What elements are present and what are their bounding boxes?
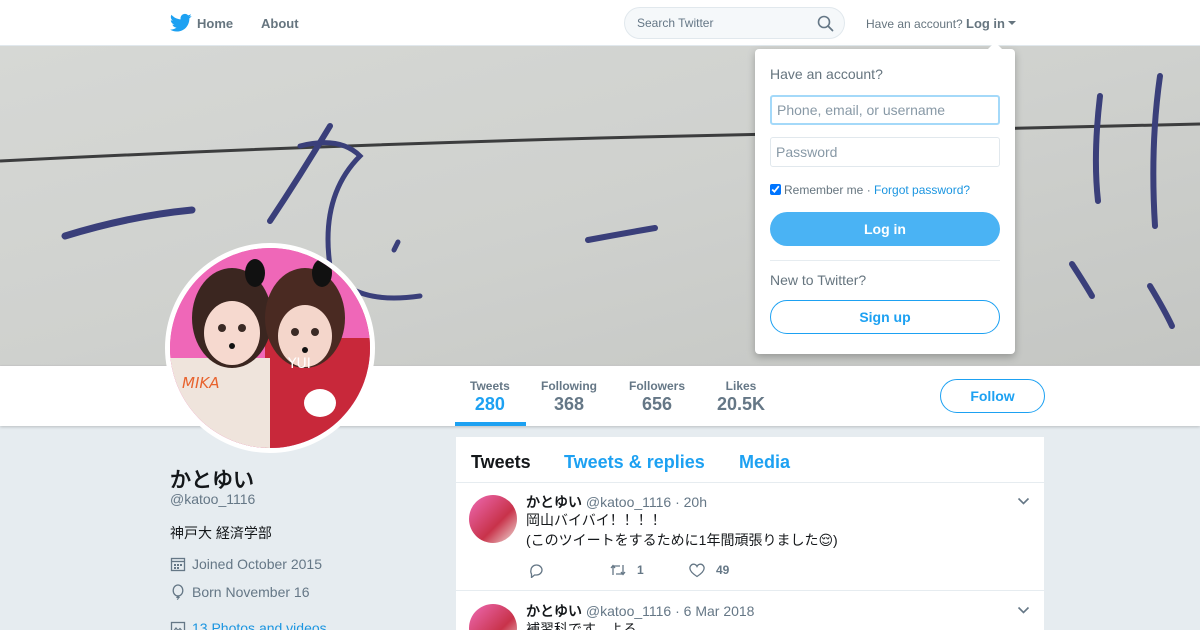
remember-row: Remember me · Forgot password? (770, 183, 970, 197)
stat-tweets[interactable]: Tweets 280 (470, 379, 510, 415)
retweet-count: 1 (637, 563, 644, 577)
tweet-header: かとゆい @katoo_1116 · 6 Mar 2018 (526, 601, 754, 621)
retweet-action[interactable]: 1 (609, 562, 644, 578)
top-navigation-bar: Home About Have an account? Log in (0, 0, 1200, 46)
profile-bio: 神戸大 経済学部 (170, 525, 272, 541)
tweet-text: 補習科です、よろ (526, 619, 637, 630)
stat-following[interactable]: Following 368 (541, 379, 597, 415)
nav-login-link[interactable]: Log in (966, 16, 1005, 31)
tweet-text-line: 補習科です、よろ (526, 621, 637, 630)
profile-photos-link[interactable]: 13 Photos and videos (170, 620, 327, 630)
heart-icon (689, 563, 705, 578)
stat-value: 280 (474, 394, 505, 414)
login-dropdown: Have an account? Remember me · Forgot pa… (755, 42, 1015, 354)
divider (770, 260, 1000, 261)
tweet-avatar[interactable] (469, 495, 517, 543)
like-count: 49 (716, 563, 730, 577)
tweet-author-name[interactable]: かとゆい (526, 494, 582, 510)
joined-text: Joined October 2015 (192, 556, 322, 572)
stat-label: Tweets (470, 379, 510, 393)
image-icon (170, 621, 186, 630)
reply-icon (530, 564, 543, 579)
dropdown-title: Have an account? (770, 66, 883, 82)
new-to-twitter-text: New to Twitter? (770, 272, 867, 288)
stat-followers[interactable]: Followers 656 (629, 379, 685, 415)
username-field[interactable] (770, 95, 1000, 125)
stat-label: Likes (725, 379, 757, 393)
tab-tweets[interactable]: Tweets (471, 452, 531, 473)
signup-button[interactable]: Sign up (770, 300, 1000, 334)
chevron-down-icon[interactable] (1017, 497, 1030, 506)
profile-joined: Joined October 2015 (170, 556, 322, 572)
avatar[interactable]: MIKA YUI (165, 243, 375, 453)
chevron-down-icon[interactable] (1008, 21, 1016, 25)
tweet-header: かとゆい @katoo_1116 · 20h (526, 492, 707, 512)
nav-home-link[interactable]: Home (197, 16, 233, 31)
stat-value: 20.5K (717, 394, 766, 414)
stat-value: 656 (641, 394, 673, 414)
svg-text:MIKA: MIKA (182, 374, 219, 392)
tweet-author-handle[interactable]: @katoo_1116 (586, 603, 671, 619)
svg-text:YUI: YUI (287, 356, 311, 372)
calendar-icon (170, 557, 186, 572)
tab-tweets-and-replies[interactable]: Tweets & replies (564, 452, 705, 473)
profile-birthday: Born November 16 (170, 584, 310, 600)
profile-handle[interactable]: @katoo_1116 (170, 491, 255, 507)
like-action[interactable]: 49 (688, 562, 729, 578)
twitter-bird-icon[interactable] (170, 13, 192, 33)
tweet-timestamp[interactable]: · 6 Mar 2018 (675, 603, 754, 619)
stat-likes[interactable]: Likes 20.5K (717, 379, 765, 415)
tweet-author-name[interactable]: かとゆい (526, 603, 582, 619)
stat-label: Following (541, 379, 597, 393)
tweet-author-handle[interactable]: @katoo_1116 (586, 494, 671, 510)
reply-action[interactable] (528, 562, 555, 579)
follow-button[interactable]: Follow (940, 379, 1045, 413)
forgot-password-link[interactable]: Forgot password? (874, 183, 970, 197)
tab-media[interactable]: Media (739, 452, 790, 473)
tweet[interactable]: かとゆい @katoo_1116 · 6 Mar 2018 補習科です、よろ (456, 592, 1044, 630)
have-account-text: Have an account? (866, 17, 963, 31)
profile-name: かとゆい (170, 469, 254, 492)
retweet-icon (610, 564, 626, 576)
stat-value: 368 (553, 394, 585, 414)
timeline: Tweets Tweets & replies Media かとゆい @kato… (456, 437, 1044, 630)
remember-me-checkbox[interactable] (770, 184, 781, 195)
separator-dot: · (863, 183, 875, 197)
born-text: Born November 16 (192, 584, 310, 600)
dropdown-arrow (988, 42, 1002, 49)
remember-me-label[interactable]: Remember me (784, 183, 863, 197)
password-field[interactable] (770, 137, 1000, 167)
avatar-image: MIKA YUI (170, 248, 370, 448)
chevron-down-icon[interactable] (1017, 606, 1030, 615)
photos-text: 13 Photos and videos (192, 620, 327, 630)
balloon-icon (172, 584, 184, 600)
stat-label: Followers (629, 379, 686, 393)
timeline-tabs: Tweets Tweets & replies Media (456, 437, 1044, 483)
active-tab-indicator (455, 422, 526, 426)
search-icon[interactable] (817, 15, 834, 32)
tweet-text: 岡山バイバイ！！！！ (このツイートをするために1年間頑張りました😌) (526, 510, 838, 550)
search-box (624, 7, 845, 39)
tweet[interactable]: かとゆい @katoo_1116 · 20h 岡山バイバイ！！！！ (このツイー… (456, 483, 1044, 591)
tweet-avatar[interactable] (469, 604, 517, 630)
tweet-timestamp[interactable]: · 20h (675, 494, 707, 510)
nav-about-link[interactable]: About (261, 16, 299, 31)
search-input[interactable] (625, 8, 805, 38)
tweet-text-line: (このツイートをするために1年間頑張りました😌) (526, 532, 838, 548)
login-button[interactable]: Log in (770, 212, 1000, 246)
tweet-text-line: 岡山バイバイ！！！！ (526, 512, 666, 528)
